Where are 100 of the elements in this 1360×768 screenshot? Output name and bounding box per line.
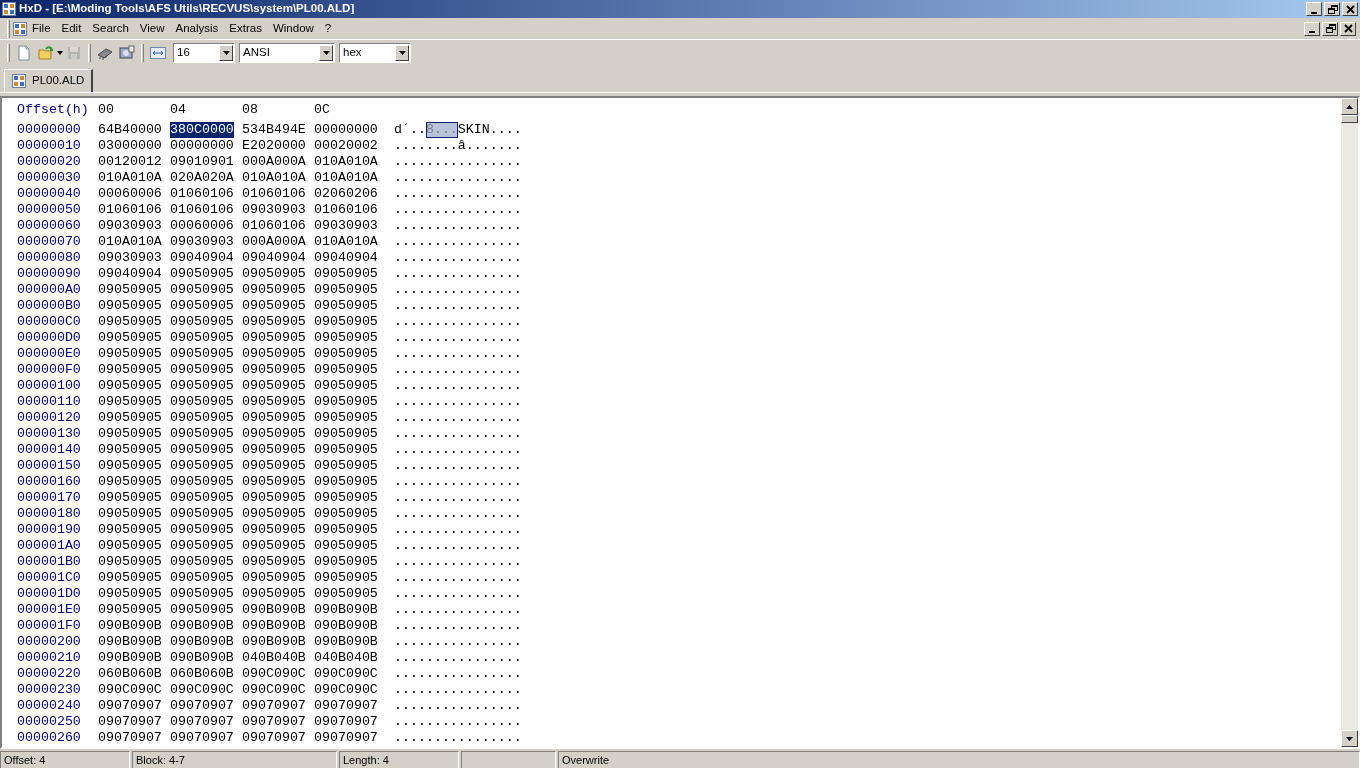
hex-group[interactable]: 02060206	[314, 186, 378, 202]
selected-hex-group[interactable]: 380C0000	[170, 122, 234, 138]
hex-group[interactable]: 090B090B	[242, 618, 306, 634]
hex-group[interactable]: 00000000	[314, 122, 378, 138]
hex-group[interactable]: 09050905	[314, 490, 378, 506]
hex-group[interactable]: 09070907	[242, 698, 306, 714]
hex-group[interactable]: 09050905	[98, 362, 162, 378]
ascii-text[interactable]: ................	[394, 538, 522, 554]
document-tab[interactable]: PL00.ALD	[4, 69, 94, 92]
hex-group[interactable]: 01060106	[242, 218, 306, 234]
hex-group[interactable]: 09040904	[242, 250, 306, 266]
hex-group[interactable]: 09050905	[242, 586, 306, 602]
ascii-text[interactable]: ................	[394, 234, 522, 250]
ascii-text[interactable]: ................	[394, 394, 522, 410]
hex-group[interactable]: 090C090C	[314, 682, 378, 698]
hex-group[interactable]: 534B494E	[242, 122, 306, 138]
hex-group[interactable]: 09050905	[242, 474, 306, 490]
hex-group[interactable]: 09050905	[242, 458, 306, 474]
ascii-text[interactable]: ................	[394, 202, 522, 218]
hex-group[interactable]: 09050905	[98, 394, 162, 410]
hex-group[interactable]: 09050905	[170, 442, 234, 458]
hex-group[interactable]: 09050905	[98, 506, 162, 522]
hex-group[interactable]: 040B040B	[242, 650, 306, 666]
hex-group[interactable]: 09070907	[98, 698, 162, 714]
hex-group[interactable]: 09050905	[314, 410, 378, 426]
scroll-up-button[interactable]	[1341, 98, 1358, 115]
hex-group[interactable]: 09050905	[314, 426, 378, 442]
ascii-text[interactable]: ................	[394, 458, 522, 474]
hex-group[interactable]: 09050905	[98, 586, 162, 602]
ascii-text[interactable]: ................	[394, 570, 522, 586]
hex-group[interactable]: 090B090B	[314, 618, 378, 634]
ascii-text[interactable]: d´..	[394, 122, 426, 138]
ascii-text[interactable]: ................	[394, 442, 522, 458]
hex-group[interactable]: 09050905	[242, 426, 306, 442]
hex-group[interactable]: 09050905	[170, 346, 234, 362]
scroll-thumb[interactable]	[1341, 115, 1358, 123]
hex-group[interactable]: 010A010A	[98, 170, 162, 186]
hex-group[interactable]: 09050905	[170, 538, 234, 554]
dropdown-arrow-icon[interactable]	[322, 51, 330, 55]
hex-group[interactable]: 09050905	[242, 330, 306, 346]
hex-group[interactable]: 09050905	[170, 266, 234, 282]
hex-group[interactable]: 010A010A	[314, 170, 378, 186]
ascii-text[interactable]: ................	[394, 170, 522, 186]
menu-item[interactable]: Extras	[224, 17, 268, 40]
ascii-text[interactable]: ................	[394, 154, 522, 170]
hex-group[interactable]: 09050905	[314, 522, 378, 538]
ascii-text[interactable]: ................	[394, 314, 522, 330]
hex-group[interactable]: 09070907	[314, 698, 378, 714]
ascii-text[interactable]: ................	[394, 218, 522, 234]
hex-group[interactable]: 010A010A	[98, 234, 162, 250]
ascii-text[interactable]: ................	[394, 410, 522, 426]
hex-group[interactable]: 09050905	[242, 378, 306, 394]
hex-group[interactable]: 010A010A	[314, 234, 378, 250]
hex-group[interactable]: 09030903	[314, 218, 378, 234]
ascii-text[interactable]: ................	[394, 282, 522, 298]
hex-group[interactable]: 090C090C	[242, 682, 306, 698]
hex-group[interactable]: 01060106	[242, 186, 306, 202]
menu-item[interactable]: File	[27, 17, 57, 40]
ascii-text[interactable]: ................	[394, 330, 522, 346]
hex-group[interactable]: 010A010A	[314, 154, 378, 170]
hex-group[interactable]: 090B090B	[170, 634, 234, 650]
hex-group[interactable]: 09050905	[170, 586, 234, 602]
ascii-text[interactable]: SKIN....	[457, 122, 522, 138]
hex-group[interactable]: 09050905	[242, 410, 306, 426]
ascii-text[interactable]: ................	[394, 186, 522, 202]
hex-group[interactable]: 090B090B	[242, 634, 306, 650]
hex-group[interactable]: 09050905	[314, 442, 378, 458]
hex-group[interactable]: 09050905	[314, 378, 378, 394]
hex-group[interactable]: 09050905	[170, 522, 234, 538]
hex-group[interactable]: 090B090B	[314, 602, 378, 618]
hex-group[interactable]: 040B040B	[314, 650, 378, 666]
hex-group[interactable]: 00060006	[98, 186, 162, 202]
hex-group[interactable]: 09050905	[314, 346, 378, 362]
hex-group[interactable]: 09050905	[170, 298, 234, 314]
hex-group[interactable]: 64B40000	[98, 122, 162, 138]
restore-button[interactable]	[1324, 2, 1340, 16]
hex-group[interactable]: 09050905	[170, 362, 234, 378]
menu-item[interactable]: Analysis	[170, 17, 225, 40]
ascii-text[interactable]: ................	[394, 650, 522, 666]
menu-item[interactable]: View	[134, 17, 171, 40]
hex-group[interactable]: 09070907	[242, 730, 306, 746]
hex-group[interactable]: 09050905	[170, 490, 234, 506]
ascii-text[interactable]: ................	[394, 506, 522, 522]
menu-item[interactable]: Edit	[56, 17, 88, 40]
ascii-text[interactable]: ................	[394, 618, 522, 634]
hex-group[interactable]: 09040904	[98, 266, 162, 282]
ascii-text[interactable]: ................	[394, 666, 522, 682]
hex-group[interactable]: 09040904	[170, 250, 234, 266]
bytes-per-row-dropdown[interactable]: 16	[173, 43, 235, 63]
ascii-text[interactable]: ................	[394, 730, 522, 746]
hex-group[interactable]: 09050905	[170, 394, 234, 410]
caret-icon[interactable]	[57, 51, 63, 55]
scroll-down-button[interactable]	[1341, 730, 1358, 747]
hex-group[interactable]: 000A000A	[242, 234, 306, 250]
hex-group[interactable]: 09050905	[314, 506, 378, 522]
hex-group[interactable]: 09050905	[98, 330, 162, 346]
hex-group[interactable]: 09050905	[98, 458, 162, 474]
hex-group[interactable]: 01060106	[98, 202, 162, 218]
hex-group[interactable]: 09050905	[170, 570, 234, 586]
hex-group[interactable]: 09050905	[98, 474, 162, 490]
